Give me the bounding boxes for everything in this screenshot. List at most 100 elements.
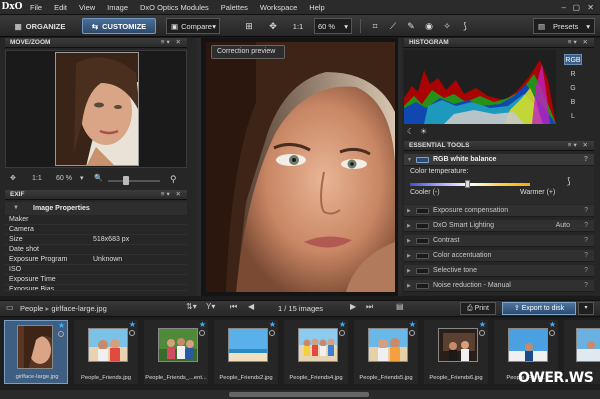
view-mode-icon[interactable]: ▤ — [396, 302, 404, 311]
thumbnail-item[interactable]: ★ People_Friends4.jpg — [284, 320, 348, 384]
menu-palettes[interactable]: Palettes — [215, 0, 254, 15]
help-icon[interactable]: ? — [584, 220, 588, 232]
presets-button[interactable]: ▤ Presets ▾ — [533, 18, 595, 34]
nav-zoom-handle[interactable] — [123, 176, 129, 185]
compare-button[interactable]: ▣ Compare ▾ — [166, 18, 220, 34]
menu-image[interactable]: Image — [101, 0, 134, 15]
channel-r[interactable]: R — [564, 69, 582, 80]
previous-image-icon[interactable]: ◀ — [248, 302, 254, 311]
help-icon[interactable]: ? — [584, 250, 588, 262]
minimize-icon[interactable]: – — [562, 0, 566, 15]
filmstrip-scroll-thumb[interactable] — [229, 392, 369, 397]
tool-toggle[interactable] — [416, 238, 429, 244]
channel-b[interactable]: B — [564, 97, 582, 108]
tool-toggle[interactable] — [416, 208, 429, 214]
help-icon[interactable]: ? — [584, 235, 588, 247]
customize-tab[interactable]: ⇆ CUSTOMIZE — [82, 18, 156, 34]
exif-row: Camera — [5, 225, 187, 235]
white-balance-title: RGB white balance — [433, 156, 497, 163]
tool-toggle[interactable] — [416, 268, 429, 274]
expand-triangle-icon: ▶ — [407, 238, 411, 244]
white-balance-toggle[interactable] — [416, 157, 429, 163]
presets-icon: ▤ — [538, 21, 546, 31]
zoom-in-icon[interactable]: ⚲ — [170, 172, 177, 186]
tool-toggle[interactable] — [416, 253, 429, 259]
straighten-icon[interactable]: ⟋ — [386, 19, 400, 33]
print-button[interactable]: ⎙ Print — [460, 302, 496, 315]
palette-menu-icon[interactable]: ≡▾ ✕ — [161, 38, 183, 48]
close-window-icon[interactable]: ✕ — [587, 0, 594, 15]
help-icon[interactable]: ? — [584, 154, 588, 166]
next-image-icon[interactable]: ▶ — [350, 302, 356, 311]
organize-tab[interactable]: ▦ ORGANIZE — [4, 18, 76, 34]
fit-screen-icon[interactable]: ⊞ — [242, 19, 256, 33]
expand-triangle-icon: ▼ — [407, 157, 412, 163]
highlight-clip-icon[interactable]: ☀ — [420, 127, 427, 136]
sort-icon[interactable]: ⇅▾ — [186, 302, 197, 311]
channel-g[interactable]: G — [564, 83, 582, 94]
star-icon: ★ — [128, 320, 136, 329]
nav-zoom-slider[interactable] — [108, 180, 160, 182]
white-balance-picker-icon[interactable]: ✎ — [404, 19, 418, 33]
menu-optics-modules[interactable]: DxO Optics Modules — [134, 0, 215, 15]
thumbnail-item[interactable]: ★ People_Friends.jpg — [74, 320, 138, 384]
menu-edit[interactable]: Edit — [48, 0, 73, 15]
thumbnail-item[interactable]: ★ People_Friends6.jpg — [424, 320, 488, 384]
channel-l[interactable]: L — [564, 111, 582, 122]
palette-menu-icon[interactable]: ≡▾ ✕ — [568, 141, 590, 151]
palette-menu-icon[interactable]: ≡▾ ✕ — [568, 38, 590, 48]
thumbnail-item[interactable]: ★ People_Friends2.jpg — [214, 320, 278, 384]
first-image-icon[interactable]: ⏮ — [230, 302, 237, 312]
help-icon[interactable]: ? — [584, 265, 588, 277]
dust-removal-icon[interactable]: ✧ — [440, 19, 454, 33]
eyedropper-icon[interactable]: ⟆ — [458, 19, 472, 33]
tool-toggle[interactable] — [416, 223, 429, 229]
palette-menu-icon[interactable]: ≡▾ ✕ — [161, 190, 183, 200]
channel-rgb[interactable]: RGB — [564, 54, 582, 65]
tool-label: Exposure compensation — [433, 207, 509, 214]
maximize-icon[interactable]: ▢ — [572, 0, 580, 15]
export-to-disk-button[interactable]: ⇪ Export to disk — [502, 302, 576, 315]
zoom-1-1-button[interactable]: 1:1 — [290, 18, 306, 34]
export-options-dropdown[interactable]: ▾ — [578, 302, 594, 315]
main-photo[interactable] — [206, 42, 395, 292]
nav-zoom-value[interactable]: 60 % — [56, 172, 72, 186]
tool-contrast[interactable]: ▶ Contrast ? — [404, 235, 594, 247]
redeye-icon[interactable]: ◉ — [422, 19, 436, 33]
color-temperature-slider[interactable] — [410, 183, 530, 186]
shadow-clip-icon[interactable]: ☾ — [407, 127, 414, 136]
move-tool-icon[interactable]: ✥ — [10, 172, 16, 186]
help-icon[interactable]: ? — [584, 205, 588, 217]
last-image-icon[interactable]: ⏭ — [366, 302, 373, 312]
tool-color-accentuation[interactable]: ▶ Color accentuation ? — [404, 250, 594, 262]
navigator-view[interactable] — [5, 50, 187, 168]
tool-smart-lighting[interactable]: ▶ DxO Smart Lighting Auto ? — [404, 220, 594, 232]
thumbnail-image — [228, 328, 268, 362]
tool-noise-reduction[interactable]: ▶ Noise reduction - Manual ? — [404, 280, 594, 292]
chevron-down-icon[interactable]: ▾ — [80, 172, 84, 186]
menu-help[interactable]: Help — [303, 0, 330, 15]
menu-file[interactable]: File — [24, 0, 48, 15]
tool-selective-tone[interactable]: ▶ Selective tone ? — [404, 265, 594, 277]
white-balance-header[interactable]: ▼ RGB white balance ? — [404, 154, 594, 166]
zoom-tool-icon[interactable]: ✥ — [266, 19, 280, 33]
menu-view[interactable]: View — [73, 0, 101, 15]
filter-icon[interactable]: Y▾ — [206, 302, 215, 311]
eyedropper-icon[interactable]: ⟆ — [567, 176, 571, 187]
help-icon[interactable]: ? — [584, 280, 588, 292]
crop-icon[interactable]: ⌗ — [368, 19, 382, 33]
file-name: girlface-large.jpg — [51, 304, 107, 313]
image-properties-group[interactable]: ▼ Image Properties — [5, 202, 187, 215]
nav-zoom-1-1[interactable]: 1:1 — [32, 172, 42, 186]
tool-toggle[interactable] — [416, 283, 429, 289]
thumbnail-item[interactable]: ★ People_Friends_...ent... — [144, 320, 208, 384]
thumbnail-item[interactable]: ★ girlface-large.jpg — [4, 320, 68, 384]
tool-exposure-compensation[interactable]: ▶ Exposure compensation ? — [404, 205, 594, 217]
cooler-label: Cooler (-) — [410, 189, 440, 196]
menu-workspace[interactable]: Workspace — [254, 0, 303, 15]
zoom-out-icon[interactable]: 🔍 — [94, 172, 103, 186]
zoom-select[interactable]: 60 % ▾ — [314, 18, 352, 34]
folder-path[interactable]: People ▸ girlface-large.jpg — [20, 303, 107, 314]
thumbnail-item[interactable]: ★ People_Friends5.jpg — [354, 320, 418, 384]
color-temperature-handle[interactable] — [465, 180, 470, 188]
